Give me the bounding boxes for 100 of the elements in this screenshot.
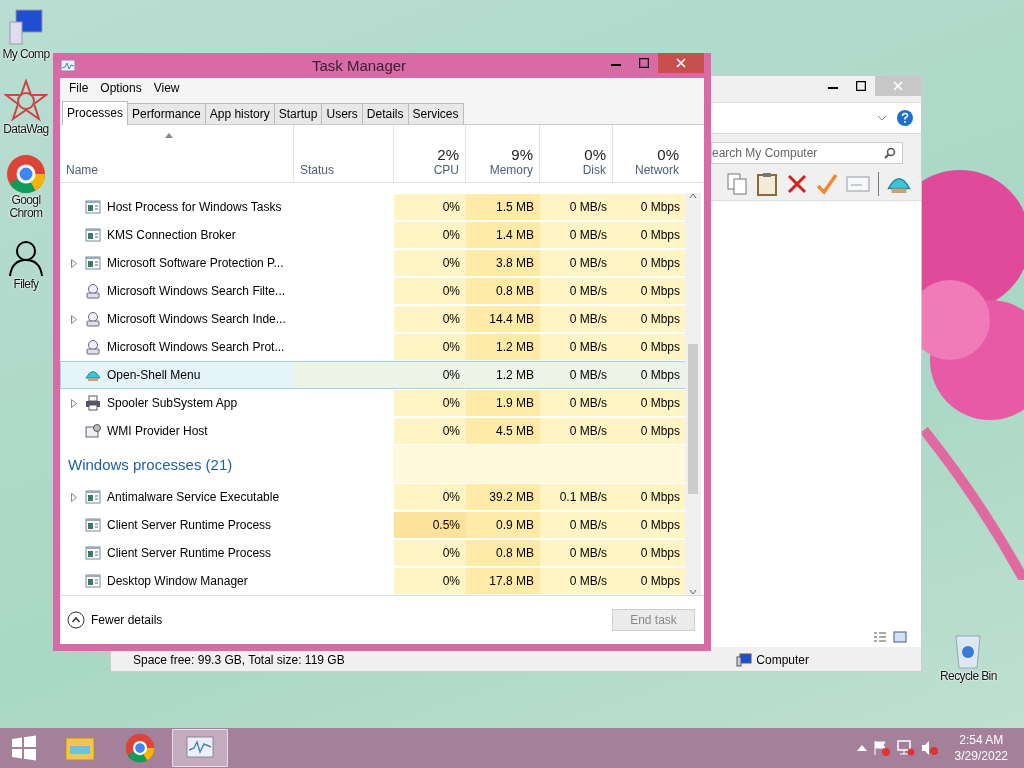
fewer-details-button[interactable]: Fewer details (67, 611, 163, 629)
table-cell: 4.5 MB (496, 424, 534, 438)
table-cell: 0% (442, 200, 460, 214)
tab[interactable]: App history (204, 103, 275, 124)
process-row[interactable]: KMS Connection Broker 0% 1.4 MB 0 MB/s 0 Mbps (60, 221, 685, 249)
table-cell: 0 Mbps (640, 228, 680, 242)
table-cell: 0 Mbps (640, 256, 680, 270)
chevron-down-icon[interactable] (877, 115, 887, 121)
process-name: Microsoft Windows Search Inde... (107, 312, 286, 326)
tab[interactable]: Processes (62, 101, 129, 125)
process-row[interactable]: Microsoft Windows Search Inde... 0% 14.4 MB 0 MB/s 0 Mbps (60, 305, 685, 333)
table-cell: 1.2 MB (496, 368, 534, 382)
column-header[interactable]: Memory (489, 163, 533, 177)
tray-up-arrow-icon[interactable] (856, 745, 867, 751)
menu-item[interactable]: Options (95, 80, 147, 96)
table-cell: 14.4 MB (489, 312, 534, 326)
windows-logo-icon (10, 734, 38, 762)
desktop-icon-label[interactable]: DataWag (3, 123, 49, 136)
column-header[interactable]: CPU (433, 163, 459, 177)
table-cell: 0 MB/s (569, 424, 607, 438)
checkmark-icon[interactable] (816, 172, 838, 196)
table-cell: 0 MB/s (569, 546, 607, 560)
delete-icon[interactable] (786, 172, 808, 196)
process-row[interactable]: WMI Provider Host 0% 4.5 MB 0 MB/s 0 Mbps (60, 417, 685, 445)
table-cell: 0% (442, 490, 460, 504)
process-row[interactable]: Spooler SubSystem App 0% 1.9 MB 0 MB/s 0 Mbps (60, 389, 685, 417)
process-row[interactable]: Client Server Runtime Process 0% 0.8 MB 0 MB/s 0 Mbps (60, 539, 685, 567)
taskbar-app-button[interactable] (172, 729, 228, 767)
window-icon (85, 255, 101, 271)
tab[interactable]: Startup (273, 103, 323, 124)
table-cell: 0% (442, 368, 460, 382)
speaker-muted-icon[interactable] (920, 740, 939, 756)
process-row[interactable]: Open-Shell Menu 0% 1.2 MB 0 MB/s 0 Mbps (60, 361, 685, 389)
process-name: Microsoft Windows Search Filte... (107, 284, 286, 298)
table-cell: 0 MB/s (569, 200, 607, 214)
tab[interactable]: Users (321, 103, 363, 124)
details-view-icon[interactable] (873, 631, 887, 643)
process-row[interactable]: Antimalware Service Executable 0% 39.2 MB 0.1 MB/s 0 Mbps (60, 483, 685, 511)
process-name: Desktop Window Manager (107, 574, 248, 588)
expand-arrow-icon[interactable] (71, 258, 77, 268)
table-cell: 0 Mbps (640, 368, 680, 382)
process-row[interactable]: Microsoft Software Protection P... 0% 3.8 MB 0 MB/s 0 Mbps (60, 249, 685, 277)
user-monitor-icon (85, 339, 101, 355)
process-name: Open-Shell Menu (107, 368, 201, 382)
column-total: 0% (657, 146, 679, 163)
search-field[interactable]: earch My Computer (711, 142, 903, 164)
column-header[interactable]: Status (300, 163, 335, 177)
expand-arrow-icon[interactable] (71, 314, 77, 324)
chevron-up-circle-icon (67, 611, 85, 629)
window-icon (85, 489, 101, 505)
process-row[interactable]: Microsoft Windows Search Prot... 0% 1.2 MB 0 MB/s 0 Mbps (60, 333, 685, 361)
process-row[interactable]: Microsoft Windows Search Filte... 0% 0.8 MB 0 MB/s 0 Mbps (60, 277, 685, 305)
close-icon (893, 81, 903, 91)
column-header[interactable]: Network (635, 163, 679, 177)
process-row[interactable]: Host Process for Windows Tasks 0% 1.5 MB 0 MB/s 0 Mbps (60, 193, 685, 221)
copy-icon[interactable] (726, 172, 748, 196)
table-cell: 0 Mbps (640, 424, 680, 438)
window-icon (85, 199, 101, 215)
column-total: 2% (437, 146, 459, 163)
tab[interactable]: Details (361, 103, 409, 124)
folder-icon (64, 734, 96, 762)
computer-icon (6, 8, 46, 48)
desktop-icon-label[interactable]: Googl Chrom (9, 194, 43, 220)
column-header[interactable]: Name (66, 163, 98, 177)
tiles-view-icon[interactable] (893, 631, 907, 643)
chrome-logo (125, 733, 155, 763)
scrollbar-thumb[interactable] (688, 344, 698, 494)
window-icon (85, 227, 101, 243)
table-cell: 17.8 MB (489, 574, 534, 588)
table-cell: 0 Mbps (640, 340, 680, 354)
table-cell: 0 Mbps (640, 200, 680, 214)
clipboard-icon[interactable] (756, 172, 778, 196)
help-icon[interactable] (897, 110, 913, 126)
table-cell: 39.2 MB (489, 490, 534, 504)
table-cell: 0 Mbps (640, 312, 680, 326)
menu-item[interactable]: File (64, 80, 94, 96)
table-cell: 0 Mbps (640, 396, 680, 410)
star-pattern-icon (4, 79, 48, 123)
table-cell: 0% (442, 312, 460, 326)
table-cell: 0.1 MB/s (559, 490, 607, 504)
process-row[interactable]: Desktop Window Manager 0% 17.8 MB 0 MB/s 0 Mbps (60, 567, 685, 595)
table-cell: 0.8 MB (496, 546, 534, 560)
process-name: Client Server Runtime Process (107, 518, 272, 532)
desktop-icon-label[interactable]: My Comp (2, 48, 50, 61)
tab[interactable]: Performance (127, 103, 206, 124)
table-cell: 0 MB/s (569, 396, 607, 410)
process-row[interactable]: Client Server Runtime Process 0.5% 0.9 MB 0 MB/s 0 Mbps (60, 511, 685, 539)
scroll-down-icon[interactable] (689, 589, 697, 595)
menu-item[interactable]: View (148, 80, 185, 96)
desktop-icon-label[interactable]: Recycle Bin (940, 670, 997, 683)
tab[interactable]: Services (407, 103, 464, 124)
flag-icon[interactable] (872, 740, 891, 756)
expand-arrow-icon[interactable] (71, 492, 77, 502)
scroll-up-icon[interactable] (689, 193, 697, 199)
table-cell: 0% (442, 424, 460, 438)
network-icon[interactable] (896, 740, 915, 756)
column-header[interactable]: Disk (582, 163, 606, 177)
table-cell: 0 MB/s (569, 574, 607, 588)
expand-arrow-icon[interactable] (71, 398, 77, 408)
desktop-icon-label[interactable]: Filefy (13, 278, 39, 291)
